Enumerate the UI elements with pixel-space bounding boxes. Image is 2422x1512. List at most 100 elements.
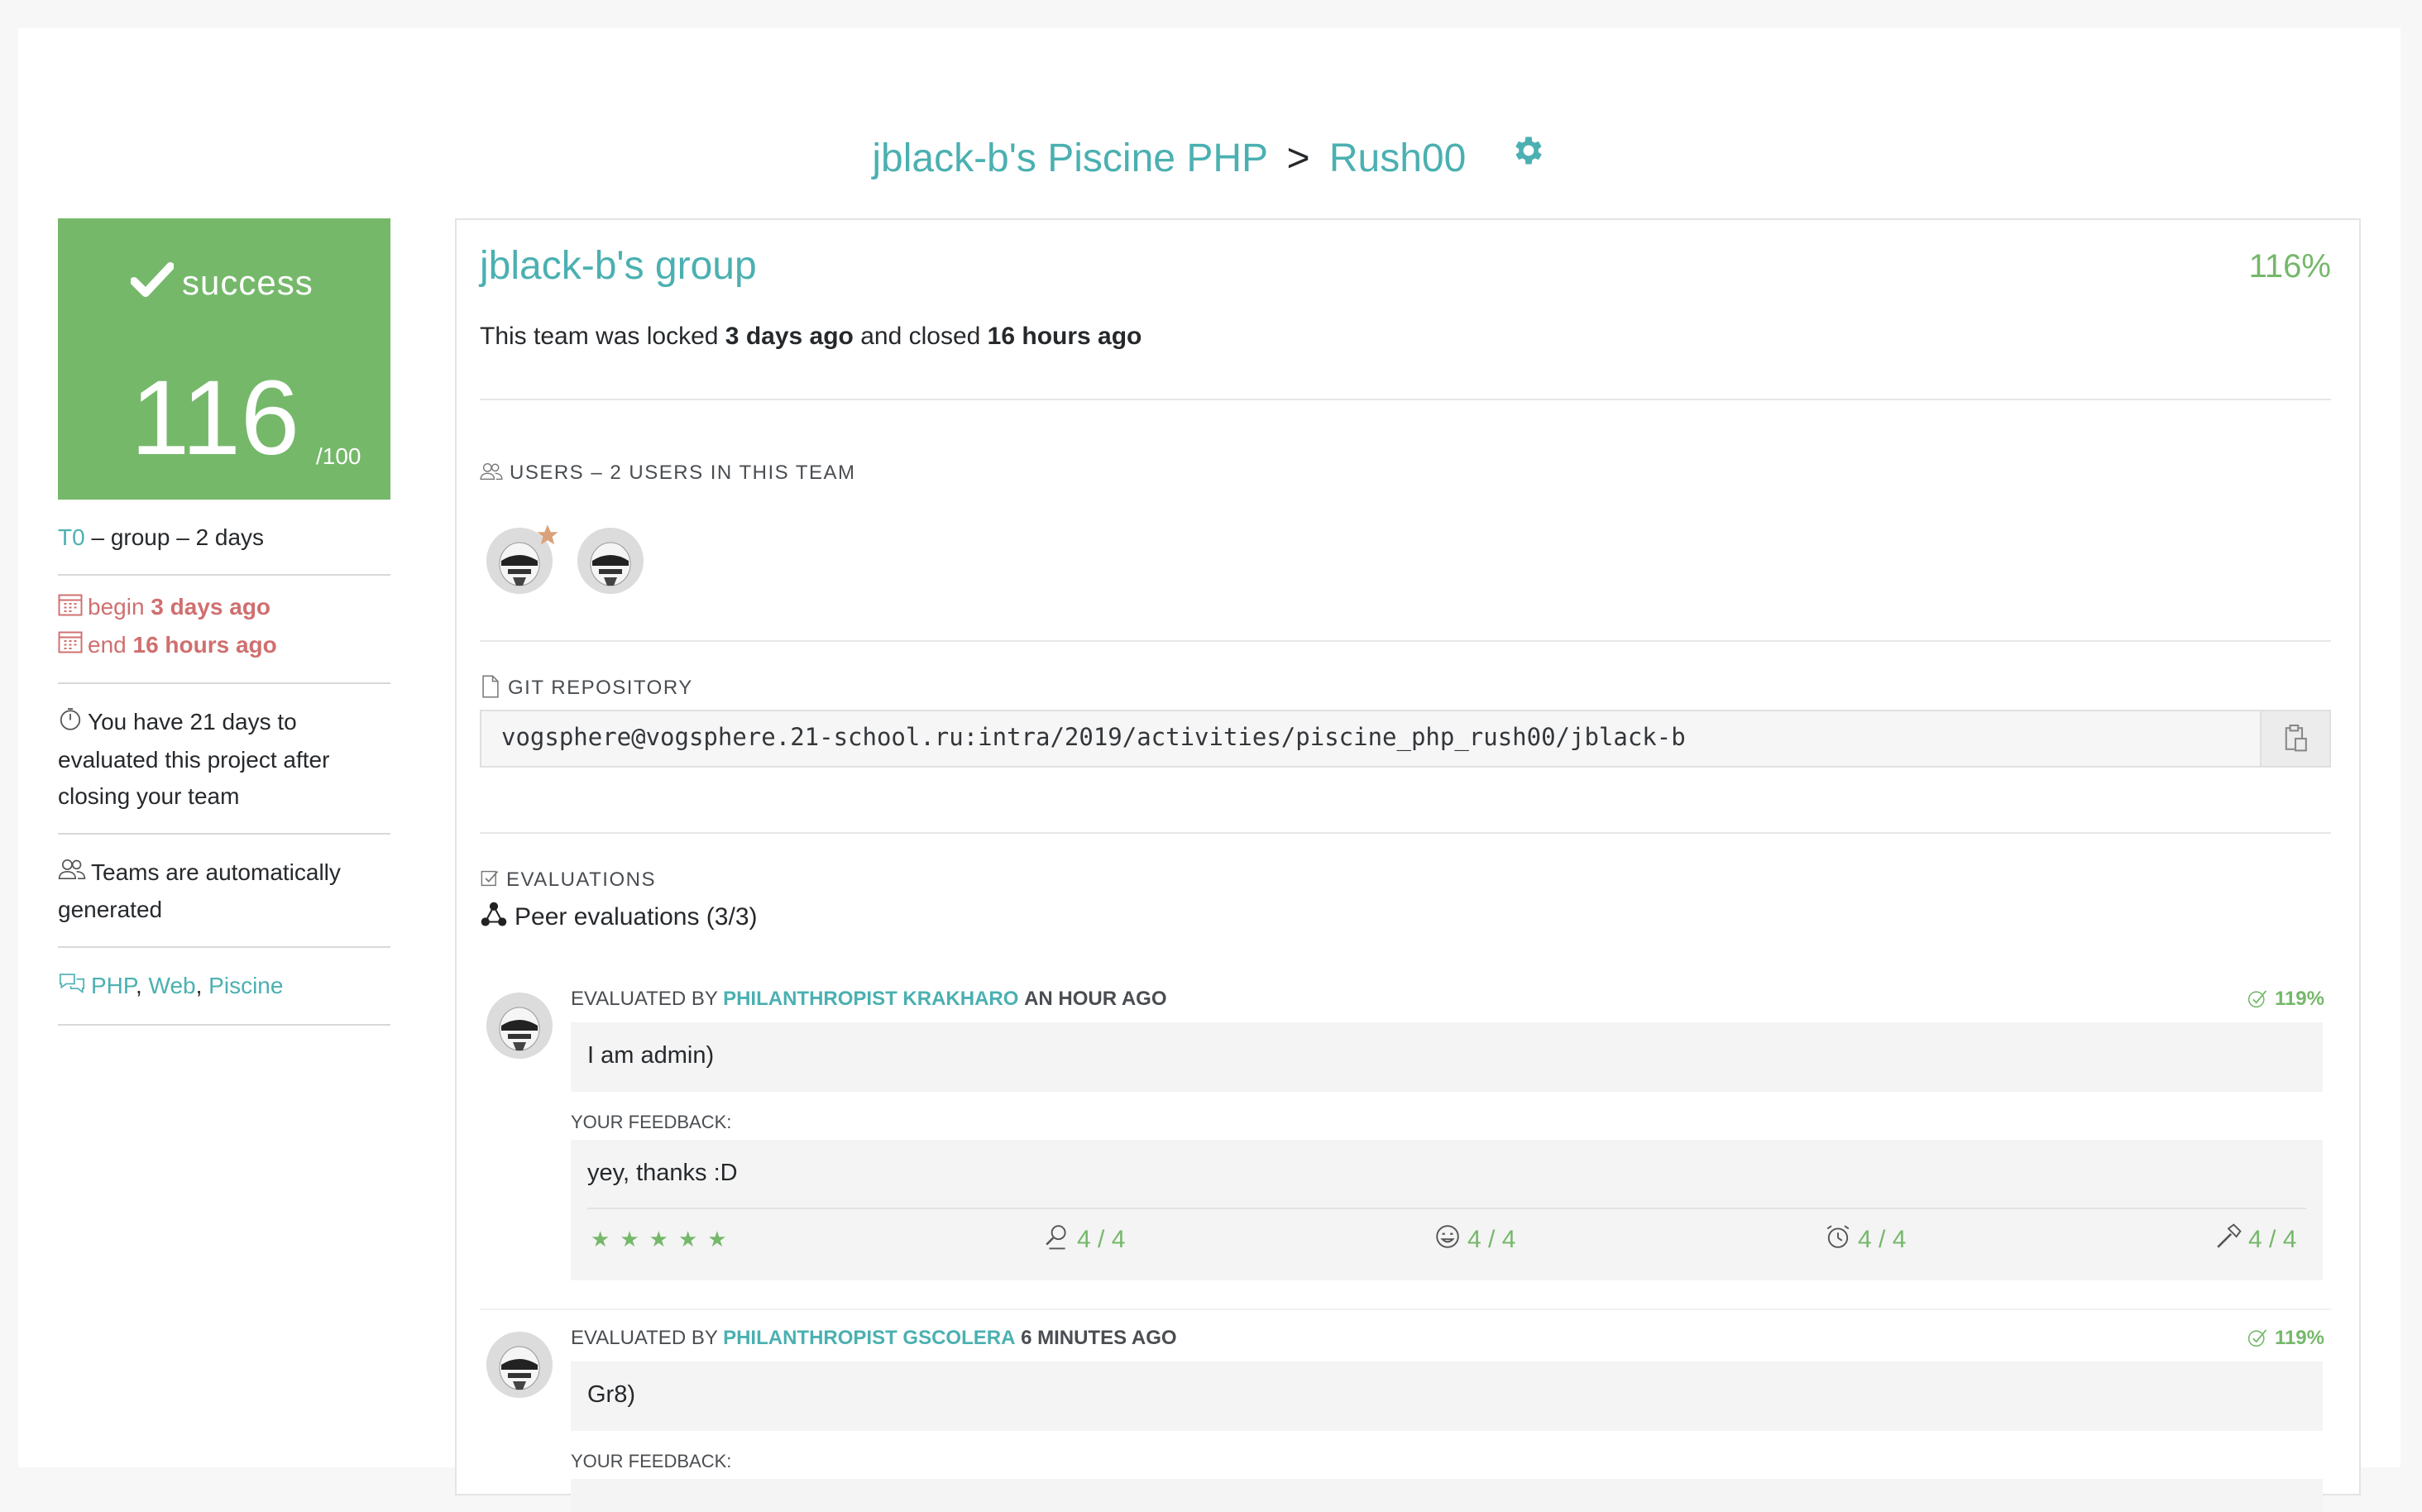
checkmark-icon: [130, 261, 175, 297]
divider: [480, 640, 2331, 642]
repository-icon: [482, 675, 499, 698]
comment-text: I am admin): [587, 1042, 715, 1069]
closed-when: 16 hours ago: [987, 323, 1142, 350]
end-date: end 16 hours ago: [58, 627, 390, 665]
team-card: jblack-b's group 116% This team was lock…: [455, 218, 2361, 1512]
divider: [480, 399, 2331, 400]
team-generation-text: Teams are automatically generated: [58, 859, 341, 923]
peer-evaluations-title: Peer evaluations (3/3): [480, 902, 758, 931]
hammer-icon: [2217, 1223, 2242, 1248]
check-circle-icon: [2247, 1328, 2267, 1347]
avatar[interactable]: [577, 528, 644, 594]
project-sidebar: success 116 /100 T0 – group – 2 days beg…: [58, 218, 390, 1026]
breadcrumb-separator: >: [1286, 136, 1310, 180]
evaluator-avatar[interactable]: [486, 993, 553, 1059]
comment-text: Gr8): [587, 1381, 635, 1408]
evaluations-label-text: Evaluations: [506, 868, 656, 891]
score-panel: success 116 /100: [58, 218, 390, 500]
evaluation-percent: 119%: [2247, 1327, 2324, 1350]
star-icon: ★: [707, 1227, 727, 1251]
feedback-box: [571, 1479, 2323, 1512]
locked-when: 3 days ago: [725, 323, 854, 350]
git-repository-field[interactable]: vogsphere@vogsphere.21-school.ru:intra/2…: [480, 710, 2331, 768]
begin-date: begin 3 days ago: [58, 589, 390, 627]
begin-value: 3 days ago: [151, 594, 271, 620]
breadcrumb: jblack-b's Piscine PHP > Rush00: [18, 134, 2400, 184]
begin-label: begin: [88, 594, 145, 620]
feedback-rating: ★ ★ ★ ★ ★: [591, 1226, 737, 1253]
alarm-clock-icon: [1826, 1225, 1850, 1248]
chat-bubbles-icon: [58, 969, 86, 1006]
lock-prefix: This team was locked: [480, 323, 719, 350]
final-mark: 116: [131, 359, 300, 477]
git-repository-url[interactable]: vogsphere@vogsphere.21-school.ru:intra/2…: [501, 723, 1686, 751]
tier-label: T0: [58, 524, 85, 550]
evaluator-comment: Gr8): [571, 1361, 2323, 1431]
divider: [480, 1309, 2331, 1310]
team-lock-status: This team was locked 3 days ago and clos…: [480, 323, 1142, 351]
project-page: jblack-b's Piscine PHP > Rush00 success …: [18, 28, 2400, 1512]
star-icon: ★: [677, 1227, 698, 1251]
copy-button[interactable]: [2260, 711, 2329, 766]
evaluator-link[interactable]: philanthropist krakharo: [723, 988, 1018, 1010]
network-icon: [481, 902, 507, 926]
breadcrumb-project-link[interactable]: Rush00: [1329, 136, 1466, 180]
evaluator-link[interactable]: philanthropist gscolera: [723, 1327, 1015, 1349]
evaluation-percent: 119%: [2247, 988, 2324, 1011]
feedback-box: yey, thanks :D ★ ★ ★ ★ ★ 4 / 4 4 / 4 4 / 4: [571, 1140, 2323, 1280]
feedback-text: yey, thanks :D: [587, 1160, 738, 1186]
metric-friendliness: 4 / 4: [1434, 1225, 1516, 1254]
tier-details: – group – 2 days: [91, 524, 265, 550]
smiley-icon: [1436, 1225, 1459, 1248]
project-tags: PHP, Web, Piscine: [58, 948, 390, 1026]
clipboard-icon: [2285, 724, 2307, 752]
evaluation-percent-value: 119%: [2274, 988, 2324, 1010]
users-section-label: Users – 2 users in this team: [480, 462, 856, 485]
divider: [480, 832, 2331, 834]
metric-rigor: 4 / 4: [2215, 1223, 2297, 1254]
team-generation-note: Teams are automatically generated: [58, 835, 390, 949]
users-label-text: Users – 2 users in this team: [510, 462, 856, 484]
evaluated-by-label: Evaluated by: [571, 1327, 718, 1349]
users-icon: [58, 855, 86, 892]
tag-link[interactable]: Web: [149, 973, 196, 998]
git-section-label: Git repository: [480, 675, 693, 700]
evaluations-section-label: Evaluations: [480, 868, 656, 892]
project-dates: begin 3 days ago end 16 hours ago: [58, 576, 390, 685]
metric-value: 4 / 4: [1858, 1226, 1907, 1253]
evaluation-time: 6 minutes ago: [1021, 1327, 1177, 1349]
peer-evaluations-text: Peer evaluations (3/3): [515, 903, 758, 931]
metric-interest: 4 / 4: [1044, 1225, 1125, 1254]
evaluator-avatar[interactable]: [486, 1332, 553, 1398]
feedback-label: Your feedback:: [571, 1112, 732, 1132]
metric-punctuality: 4 / 4: [1825, 1225, 1907, 1254]
git-label-text: Git repository: [508, 677, 693, 699]
checkbox-icon: [481, 870, 499, 886]
users-icon: [480, 462, 503, 480]
star-icon: ★: [620, 1227, 639, 1251]
metric-value: 4 / 4: [1467, 1226, 1516, 1253]
gear-icon[interactable]: [1510, 132, 1547, 181]
magnifier-person-icon: [1046, 1225, 1066, 1250]
tag-link[interactable]: Piscine: [208, 973, 283, 998]
stopwatch-icon: [58, 706, 83, 742]
status-text: success: [182, 263, 314, 302]
star-icon: ★: [591, 1227, 610, 1251]
evaluation-percent-value: 119%: [2274, 1327, 2324, 1349]
check-circle-icon: [2247, 989, 2267, 1007]
team-percent: 116%: [2248, 248, 2331, 285]
team-name[interactable]: jblack-b's group: [480, 243, 757, 289]
breadcrumb-piscine-link[interactable]: jblack-b's Piscine PHP: [872, 136, 1267, 180]
lock-mid: and closed: [860, 323, 981, 350]
status-badge: success: [130, 261, 314, 303]
evaluator-comment: I am admin): [571, 1022, 2323, 1092]
evaluation-time: an hour ago: [1024, 988, 1167, 1010]
evaluation-header: Evaluated by philanthropist krakharo an …: [571, 988, 1167, 1011]
divider: [587, 1208, 2306, 1209]
metric-value: 4 / 4: [2248, 1226, 2297, 1253]
evaluation-header: Evaluated by philanthropist gscolera 6 m…: [571, 1327, 1177, 1350]
end-value: 16 hours ago: [132, 631, 277, 658]
tag-link[interactable]: PHP: [91, 973, 136, 998]
star-icon: ★: [649, 1227, 668, 1251]
evaluated-by-label: Evaluated by: [571, 988, 718, 1010]
